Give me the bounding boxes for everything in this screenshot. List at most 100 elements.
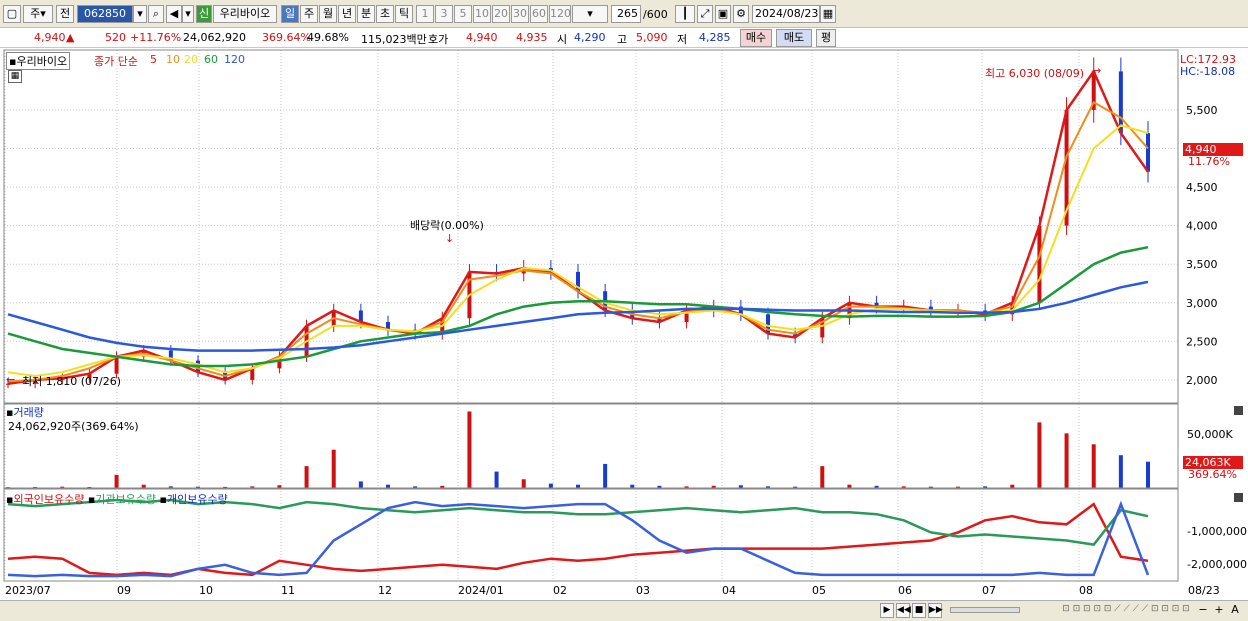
interval-dropdown[interactable]: ▾ (572, 5, 608, 23)
interval-tab[interactable]: 3 (435, 5, 453, 23)
x-axis-label: 02 (553, 584, 567, 597)
save-icon[interactable]: ▣ (715, 5, 731, 23)
x-axis-label: 08 (1079, 584, 1093, 597)
period-tab[interactable]: 월 (319, 5, 337, 23)
date-input[interactable]: 2024/08/23 (752, 5, 820, 23)
gear-icon[interactable]: ⚙ (733, 5, 749, 23)
quote-label: 호가 (428, 33, 449, 46)
count-input[interactable]: 265 (611, 5, 641, 23)
period-tab[interactable]: 초 (376, 5, 394, 23)
volume-bar (521, 479, 526, 488)
ma-legend-item: 60 (204, 53, 218, 66)
dividend-note: 배당락(0.00%) (410, 219, 484, 232)
x-axis-end-label: 08/23 (1188, 584, 1220, 597)
change-pct: +11.76% (130, 31, 182, 44)
volume-bar (603, 463, 608, 488)
interval-tab[interactable]: 20 (492, 5, 510, 23)
volume-bar (1091, 444, 1096, 488)
period-tab[interactable]: 년 (338, 5, 356, 23)
low-price: 4,285 (699, 31, 731, 44)
rewind-icon[interactable]: ◀◀ (896, 603, 911, 618)
interval-tab[interactable]: 10 (473, 5, 491, 23)
volume-bar (820, 466, 825, 488)
price-axis-tick: 4,000 (1186, 220, 1218, 233)
price-axis-tick: 2,500 (1186, 335, 1218, 348)
interval-tab[interactable]: 1 (416, 5, 434, 23)
volume-ratio: 369.64% (262, 31, 311, 44)
zoom-in-icon[interactable]: + (1212, 603, 1226, 618)
holdings-legend: ▪외국인보유수량 ▪기관보유수량 ▪개인보유수량 (6, 491, 228, 507)
interval-tab[interactable]: 5 (454, 5, 472, 23)
fast-forward-icon[interactable]: ▶▶ (928, 603, 943, 618)
period-tab[interactable]: 주 (300, 5, 318, 23)
last-pct-label: 11.76% (1188, 155, 1230, 168)
low-arrow-icon: ← (6, 373, 16, 386)
stock-code-input[interactable]: 062850 (77, 5, 133, 23)
volume-panel-close-icon[interactable] (1234, 406, 1243, 415)
eval-button[interactable]: 평 (816, 29, 836, 47)
x-axis-label: 12 (378, 584, 392, 597)
candle-icon[interactable]: ┃ (675, 5, 695, 23)
buy-button[interactable]: 매수 (740, 29, 772, 47)
x-axis-label: 2024/01 (458, 584, 504, 597)
stock-chart[interactable]: 2,0002,5003,0003,5004,0004,5005,0005,500 (0, 48, 1248, 600)
font-size-icon[interactable]: A (1228, 603, 1242, 618)
trade-amount: 115,023백만 (361, 33, 427, 46)
volume-bar (494, 471, 499, 488)
ma-legend-item: 20 (184, 53, 198, 66)
search-icon[interactable]: ⌕ (148, 5, 164, 23)
ma-legend-label: 종가 단순 (94, 55, 138, 68)
x-axis-label: 03 (636, 584, 650, 597)
price-axis-tick: 2,000 (1186, 374, 1218, 387)
dividend-arrow-icon: ↓ (445, 232, 455, 245)
interval-tab[interactable]: 60 (530, 5, 548, 23)
speaker-dropdown-icon[interactable]: ▾ (182, 5, 194, 23)
x-axis-label: 07 (982, 584, 996, 597)
x-axis-label: 05 (812, 584, 826, 597)
prev-button[interactable]: 전 (56, 5, 74, 23)
price-axis-tick: 4,500 (1186, 181, 1218, 194)
scroll-bar: ▶ ◀◀ ■ ▶▶ ⊡ ⊡ ⊡ ⊡ ⊡ ⟋ ⟋ ⟋ ⟋ ⊡ ⊡ ⊡ ⊡ − + … (0, 600, 1248, 621)
interval-tab[interactable]: 120 (549, 5, 571, 23)
period-tab[interactable]: 분 (357, 5, 375, 23)
period-tab[interactable]: 일 (281, 5, 299, 23)
volume-bar (1146, 461, 1150, 488)
sell-button[interactable]: 매도 (776, 29, 812, 47)
scroll-right-icon[interactable]: ▶ (880, 603, 894, 618)
holdings-panel-close-icon[interactable] (1234, 493, 1243, 502)
bid-price: 4,935 (516, 31, 548, 44)
grid-toggle-icon[interactable]: ▦ (8, 70, 22, 83)
x-axis-label: 04 (722, 584, 736, 597)
institution-legend: 기관보유수량 (95, 493, 157, 506)
zoom-slider[interactable] (950, 607, 1020, 613)
volume-subtitle: 24,062,920주(369.64%) (8, 420, 139, 433)
low-label: 저 (677, 33, 688, 46)
stock-title: 우리바이오 (16, 55, 68, 68)
tools-icon[interactable]: ⤢ (697, 5, 713, 23)
x-axis-label: 2023/07 (5, 584, 51, 597)
high-arrow-icon: → (1092, 64, 1102, 77)
code-dropdown-icon[interactable]: ▾ (133, 5, 147, 23)
ma-line-20 (7, 124, 1149, 378)
zoom-out-icon[interactable]: − (1196, 603, 1210, 618)
window-icon[interactable]: ▢ (3, 5, 21, 23)
price-axis-tick: 3,000 (1186, 297, 1218, 310)
price-axis-tick: 3,500 (1186, 258, 1218, 271)
individual-legend: 개인보유수량 (166, 493, 228, 506)
interval-tab[interactable]: 30 (511, 5, 529, 23)
hc-value: HC:-18.08 (1180, 65, 1236, 78)
ma-legend-item: 10 (166, 53, 180, 66)
stop-icon[interactable]: ■ (912, 603, 926, 618)
candle-body (1146, 133, 1150, 172)
price-axis-tick: 5,500 (1186, 104, 1218, 117)
ma-legend-item: 120 (224, 53, 245, 66)
price-panel-title[interactable]: ▪우리바이오 (6, 52, 71, 70)
x-axis-label: 06 (898, 584, 912, 597)
volume-bar (1037, 422, 1042, 488)
period-tab[interactable]: 틱 (395, 5, 413, 23)
volume-last-pct: 369.64% (1188, 468, 1237, 481)
calendar-icon[interactable]: ▦ (820, 5, 836, 23)
open-price: 4,290 (574, 31, 606, 44)
speaker-icon[interactable]: ◀ (166, 5, 182, 23)
type-select[interactable]: 주▾ (23, 5, 53, 23)
